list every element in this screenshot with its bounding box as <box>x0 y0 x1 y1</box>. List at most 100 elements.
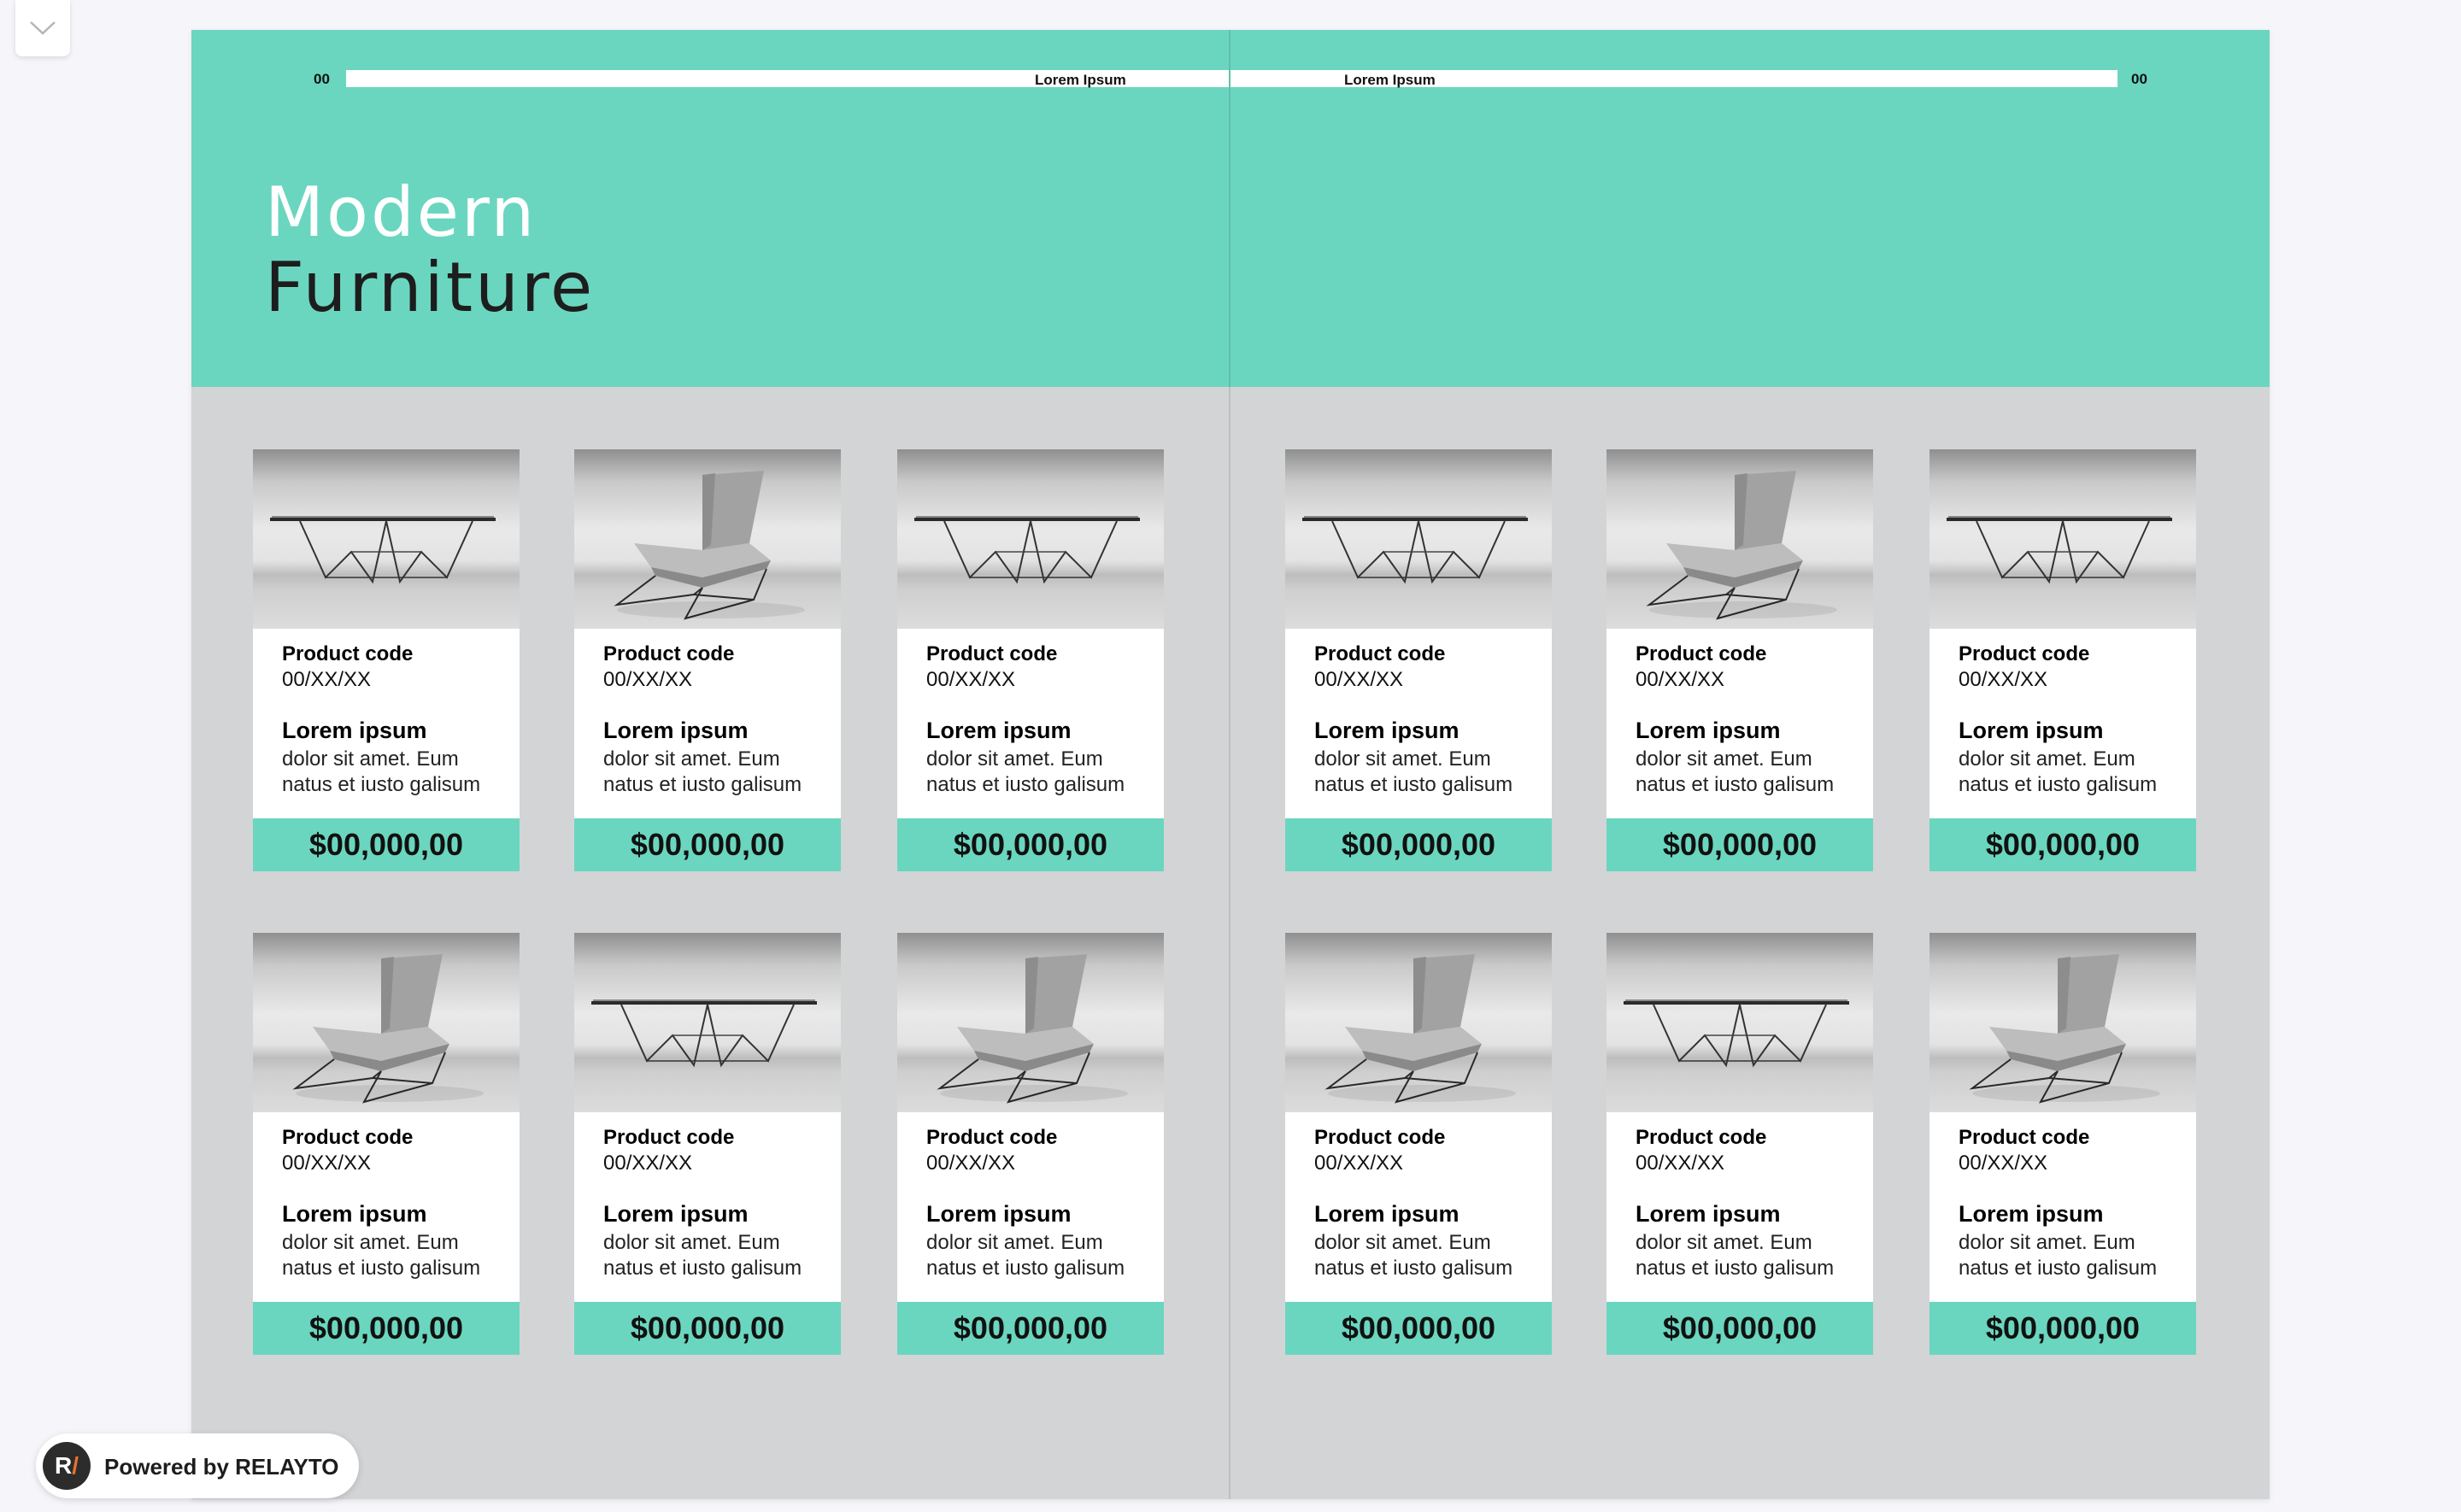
product-code-label: Product code <box>1636 1126 1767 1149</box>
product-price: $00,000,00 <box>574 1302 841 1355</box>
product-image <box>253 933 520 1112</box>
table-illustration <box>1302 516 1528 584</box>
product-description: dolor sit amet. Eum natus et iusto galis… <box>1959 747 2158 796</box>
product-card[interactable]: Product code 00/XX/XX Lorem ipsum dolor … <box>1285 449 1552 871</box>
product-card[interactable]: Product code 00/XX/XX Lorem ipsum dolor … <box>1929 449 2196 871</box>
header-bar-right: Lorem Ipsum <box>1230 70 2117 88</box>
page-title: Modern Furniture <box>265 175 595 325</box>
product-name: Lorem ipsum <box>1314 718 1460 743</box>
table-illustration <box>591 999 817 1068</box>
product-code-label: Product code <box>603 642 735 665</box>
product-name: Lorem ipsum <box>1636 718 1781 743</box>
product-code: 00/XX/XX <box>1636 1152 1725 1175</box>
chair-illustration <box>1646 471 1837 620</box>
product-code: 00/XX/XX <box>1314 1152 1404 1175</box>
product-code: 00/XX/XX <box>926 668 1016 691</box>
chair-illustration <box>1324 954 1516 1104</box>
product-image <box>1606 449 1873 629</box>
product-code: 00/XX/XX <box>1959 668 2048 691</box>
product-name: Lorem ipsum <box>1959 1201 2104 1227</box>
product-code-label: Product code <box>282 1126 414 1149</box>
product-description: dolor sit amet. Eum natus et iusto galis… <box>926 1231 1125 1280</box>
product-code: 00/XX/XX <box>603 1152 693 1175</box>
product-name: Lorem ipsum <box>1636 1201 1781 1227</box>
product-card[interactable]: Product code 00/XX/XX Lorem ipsum dolor … <box>1606 449 1873 871</box>
product-description: dolor sit amet. Eum natus et iusto galis… <box>1314 1231 1513 1280</box>
product-card[interactable]: Product code 00/XX/XX Lorem ipsum dolor … <box>897 933 1164 1355</box>
product-code: 00/XX/XX <box>1959 1152 2048 1175</box>
product-description: dolor sit amet. Eum natus et iusto galis… <box>282 747 481 796</box>
relayto-logo: R / <box>43 1442 91 1490</box>
page-title-line1: Modern <box>265 173 537 252</box>
product-description: dolor sit amet. Eum natus et iusto galis… <box>1636 747 1835 796</box>
product-card[interactable]: Product code 00/XX/XX Lorem ipsum dolor … <box>1929 933 2196 1355</box>
product-image <box>574 449 841 629</box>
product-code: 00/XX/XX <box>926 1152 1016 1175</box>
page-title-line2: Furniture <box>265 248 596 327</box>
chair-illustration <box>1969 954 2160 1104</box>
page-number-right: 00 <box>2131 71 2147 87</box>
product-image <box>1929 933 2196 1112</box>
product-price: $00,000,00 <box>897 1302 1164 1355</box>
product-code-label: Product code <box>1314 642 1446 665</box>
product-price: $00,000,00 <box>1929 818 2196 871</box>
product-code-label: Product code <box>603 1126 735 1149</box>
product-image <box>897 449 1164 629</box>
product-image <box>1285 933 1552 1112</box>
product-description: dolor sit amet. Eum natus et iusto galis… <box>926 747 1125 796</box>
table-illustration <box>270 516 496 584</box>
product-code-label: Product code <box>1959 642 2090 665</box>
collapse-toolbar-button[interactable] <box>15 0 70 56</box>
product-card[interactable]: Product code 00/XX/XX Lorem ipsum dolor … <box>1285 933 1552 1355</box>
product-name: Lorem ipsum <box>926 718 1072 743</box>
page-number-left: 00 <box>314 71 330 87</box>
product-card[interactable]: Product code 00/XX/XX Lorem ipsum dolor … <box>574 933 841 1355</box>
product-price: $00,000,00 <box>574 818 841 871</box>
header-bar-left: Lorem Ipsum <box>346 70 1229 88</box>
product-price: $00,000,00 <box>253 818 520 871</box>
product-name: Lorem ipsum <box>282 1201 427 1227</box>
product-name: Lorem ipsum <box>603 718 749 743</box>
product-image <box>897 933 1164 1112</box>
powered-by-label: Powered by RELAYTO <box>104 1454 339 1480</box>
product-code: 00/XX/XX <box>282 1152 372 1175</box>
product-image <box>1285 449 1552 629</box>
product-image <box>574 933 841 1112</box>
product-name: Lorem ipsum <box>926 1201 1072 1227</box>
product-name: Lorem ipsum <box>1959 718 2104 743</box>
product-code-label: Product code <box>926 1126 1058 1149</box>
table-illustration <box>914 516 1140 584</box>
product-code-label: Product code <box>1959 1126 2090 1149</box>
powered-by-badge[interactable]: R / Powered by RELAYTO <box>36 1433 359 1498</box>
product-card[interactable]: Product code 00/XX/XX Lorem ipsum dolor … <box>253 933 520 1355</box>
product-description: dolor sit amet. Eum natus et iusto galis… <box>1959 1231 2158 1280</box>
product-image <box>1606 933 1873 1112</box>
product-price: $00,000,00 <box>1929 1302 2196 1355</box>
chevron-down-icon <box>30 21 56 35</box>
header-bar-label-left: Lorem Ipsum <box>1035 72 1126 88</box>
product-code-label: Product code <box>926 642 1058 665</box>
product-price: $00,000,00 <box>1606 818 1873 871</box>
product-code: 00/XX/XX <box>1636 668 1725 691</box>
product-description: dolor sit amet. Eum natus et iusto galis… <box>603 747 802 796</box>
product-name: Lorem ipsum <box>282 718 427 743</box>
product-image <box>253 449 520 629</box>
product-code-label: Product code <box>282 642 414 665</box>
catalog-spread: 00 Lorem Ipsum Lorem Ipsum 00 Modern Fur… <box>191 30 2270 1499</box>
product-card[interactable]: Product code 00/XX/XX Lorem ipsum dolor … <box>253 449 520 871</box>
header-bar-label-right: Lorem Ipsum <box>1344 72 1436 88</box>
table-illustration <box>1624 999 1849 1068</box>
product-price: $00,000,00 <box>897 818 1164 871</box>
table-illustration <box>1947 516 2172 584</box>
product-card[interactable]: Product code 00/XX/XX Lorem ipsum dolor … <box>574 449 841 871</box>
product-card[interactable]: Product code 00/XX/XX Lorem ipsum dolor … <box>1606 933 1873 1355</box>
product-description: dolor sit amet. Eum natus et iusto galis… <box>1636 1231 1835 1280</box>
logo-letter: R <box>54 1452 73 1479</box>
product-price: $00,000,00 <box>1606 1302 1873 1355</box>
product-image <box>1929 449 2196 629</box>
product-name: Lorem ipsum <box>1314 1201 1460 1227</box>
product-code: 00/XX/XX <box>1314 668 1404 691</box>
chair-illustration <box>614 471 805 620</box>
product-card[interactable]: Product code 00/XX/XX Lorem ipsum dolor … <box>897 449 1164 871</box>
product-code: 00/XX/XX <box>282 668 372 691</box>
